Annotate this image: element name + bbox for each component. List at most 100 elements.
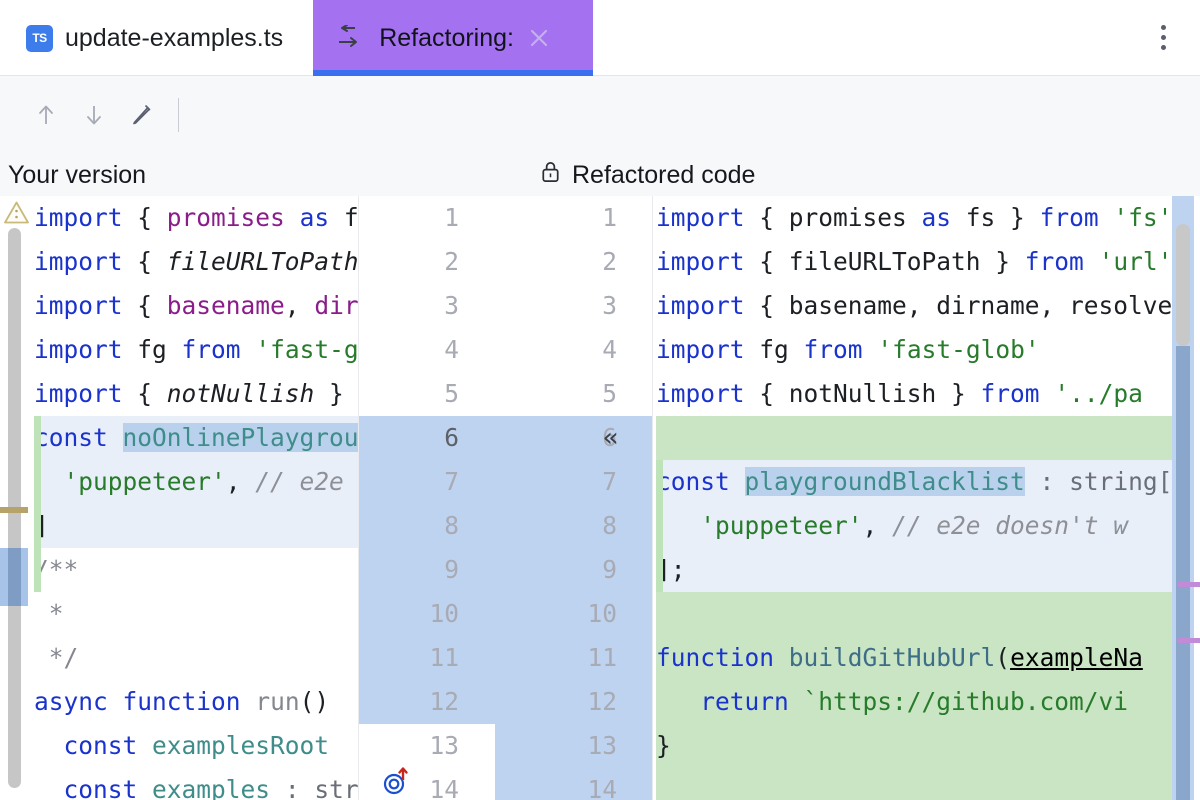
code-token: fg [744, 335, 804, 364]
tab-update-examples[interactable]: TS update-examples.ts [0, 0, 313, 76]
code-token: from [980, 379, 1040, 408]
right-vertical-scrollbar[interactable] [1176, 224, 1190, 346]
code-token: ( [995, 643, 1011, 672]
code-token: } [314, 379, 358, 408]
code-token: : [270, 775, 315, 800]
gutter-row: 11 [359, 196, 652, 240]
right-minimap-viewport[interactable] [1176, 346, 1190, 800]
code-token: fg [122, 335, 182, 364]
previous-change-button[interactable] [22, 91, 70, 139]
line-number-left: 3 [444, 291, 459, 320]
change-bar [34, 504, 41, 548]
code-line: const noOnlinePlaygrounds : [34, 416, 358, 460]
more-options-icon[interactable] [1148, 21, 1178, 55]
line-number-left: 10 [429, 599, 459, 628]
pencil-edit-icon [133, 105, 151, 125]
target-arrow-icon[interactable] [381, 766, 413, 796]
pane-headers: Your version Refactored code [0, 154, 1200, 196]
lock-icon [538, 159, 563, 191]
code-line: const examplesRoot [34, 724, 358, 768]
code-token: '../pa [1054, 379, 1143, 408]
line-number-right: 3 [602, 291, 617, 320]
line-number-left: 5 [444, 379, 459, 408]
line-number-right: 14 [587, 775, 617, 800]
next-change-button[interactable] [70, 91, 118, 139]
code-token: , [862, 511, 893, 540]
code-line: async function run() [34, 680, 358, 724]
diff-gutter: 1 1 2 2 3 3 4 4 5 5 6 6 7 7 8 8 9 9 10 10 11 11 12 12 13 13 14 14 « [358, 196, 652, 800]
code-token: from [181, 335, 241, 364]
gutter-row: 11 11 [359, 636, 652, 680]
gutter-row: 33 [359, 284, 652, 328]
code-token: , [284, 291, 315, 320]
minimap-marker [1178, 582, 1200, 587]
code-token: from [1024, 247, 1084, 276]
tab-refactoring[interactable]: Refactoring: [313, 0, 594, 76]
code-token: string[] [1069, 467, 1188, 496]
right-pane-title: Refactored code [572, 160, 756, 189]
code-token: { [122, 379, 167, 408]
line-number-left: 1 [444, 203, 459, 232]
edit-button[interactable] [118, 91, 166, 139]
change-bar [656, 548, 663, 592]
gutter-row: 22 [359, 240, 652, 284]
left-scrollbar-change-highlight [8, 548, 21, 606]
code-line: /** [34, 548, 358, 592]
code-token: promises [166, 203, 285, 232]
code-line: const examples : stri [34, 768, 358, 800]
code-token: const [63, 775, 138, 800]
left-code-content: import { promises as fs } from 'fs'impor… [34, 196, 358, 800]
gutter-line-numbers: 1 1 2 2 3 3 4 4 5 5 6 6 7 7 8 8 9 9 10 10 11 11 12 12 13 13 14 14 [359, 196, 652, 800]
change-bar [34, 548, 41, 592]
warning-triangle-icon[interactable] [3, 200, 30, 226]
code-token: 'url' [1098, 247, 1173, 276]
line-number-right: 12 [587, 687, 617, 716]
code-token: import [656, 247, 745, 276]
gutter-row: 10 10 [359, 592, 652, 636]
code-token: import [656, 291, 745, 320]
code-line: import fg from 'fast-glob' [34, 328, 358, 372]
code-token: from [1039, 203, 1099, 232]
diff-toolbar: Accept all Unified Two-Side [0, 76, 1200, 218]
code-token: async [34, 687, 108, 716]
left-pane-title: Your version [8, 160, 147, 189]
line-number-right: 13 [587, 731, 617, 760]
code-token: // e2e doesn't work [255, 467, 344, 496]
line-number-left: 8 [444, 511, 459, 540]
right-editor-pane[interactable]: import { promises as fs } from 'fs' impor… [652, 196, 1200, 800]
code-token: examplesRoot [152, 731, 330, 760]
minimap-marker [1178, 638, 1200, 643]
code-token: playgroundBlacklist [744, 467, 1025, 496]
code-line [656, 592, 1188, 636]
code-token: const [63, 731, 138, 760]
code-line: import { fileURLToPath } from 'url' [34, 240, 358, 284]
gutter-row: 55 [359, 372, 652, 416]
code-line: const playgroundBlacklist : string[] [656, 460, 1188, 504]
code-token: // e2e doesn't w [892, 511, 1129, 540]
code-token: * [34, 599, 64, 628]
change-bar [34, 460, 41, 504]
gutter-row: 77 [359, 460, 652, 504]
code-line: function buildGitHubUrl(exampleNa [656, 636, 1188, 680]
toolbar-divider [178, 98, 179, 132]
accept-change-chevron[interactable]: « [603, 416, 619, 460]
code-token: } [656, 731, 671, 760]
code-token: function [122, 687, 241, 716]
code-line: ]; [656, 548, 1188, 592]
line-number-right: 11 [587, 643, 617, 672]
gutter-row: 88 [359, 504, 652, 548]
left-warning-marker [0, 507, 28, 513]
left-editor-pane[interactable]: import { promises as fs } from 'fs'impor… [0, 196, 358, 800]
code-token: import [34, 247, 123, 276]
line-number-right: 8 [602, 511, 617, 540]
close-icon[interactable] [528, 27, 550, 49]
refactoring-diff-window: TS update-examples.ts Refactoring: Your … [0, 0, 1200, 800]
code-token: stri [314, 775, 358, 800]
